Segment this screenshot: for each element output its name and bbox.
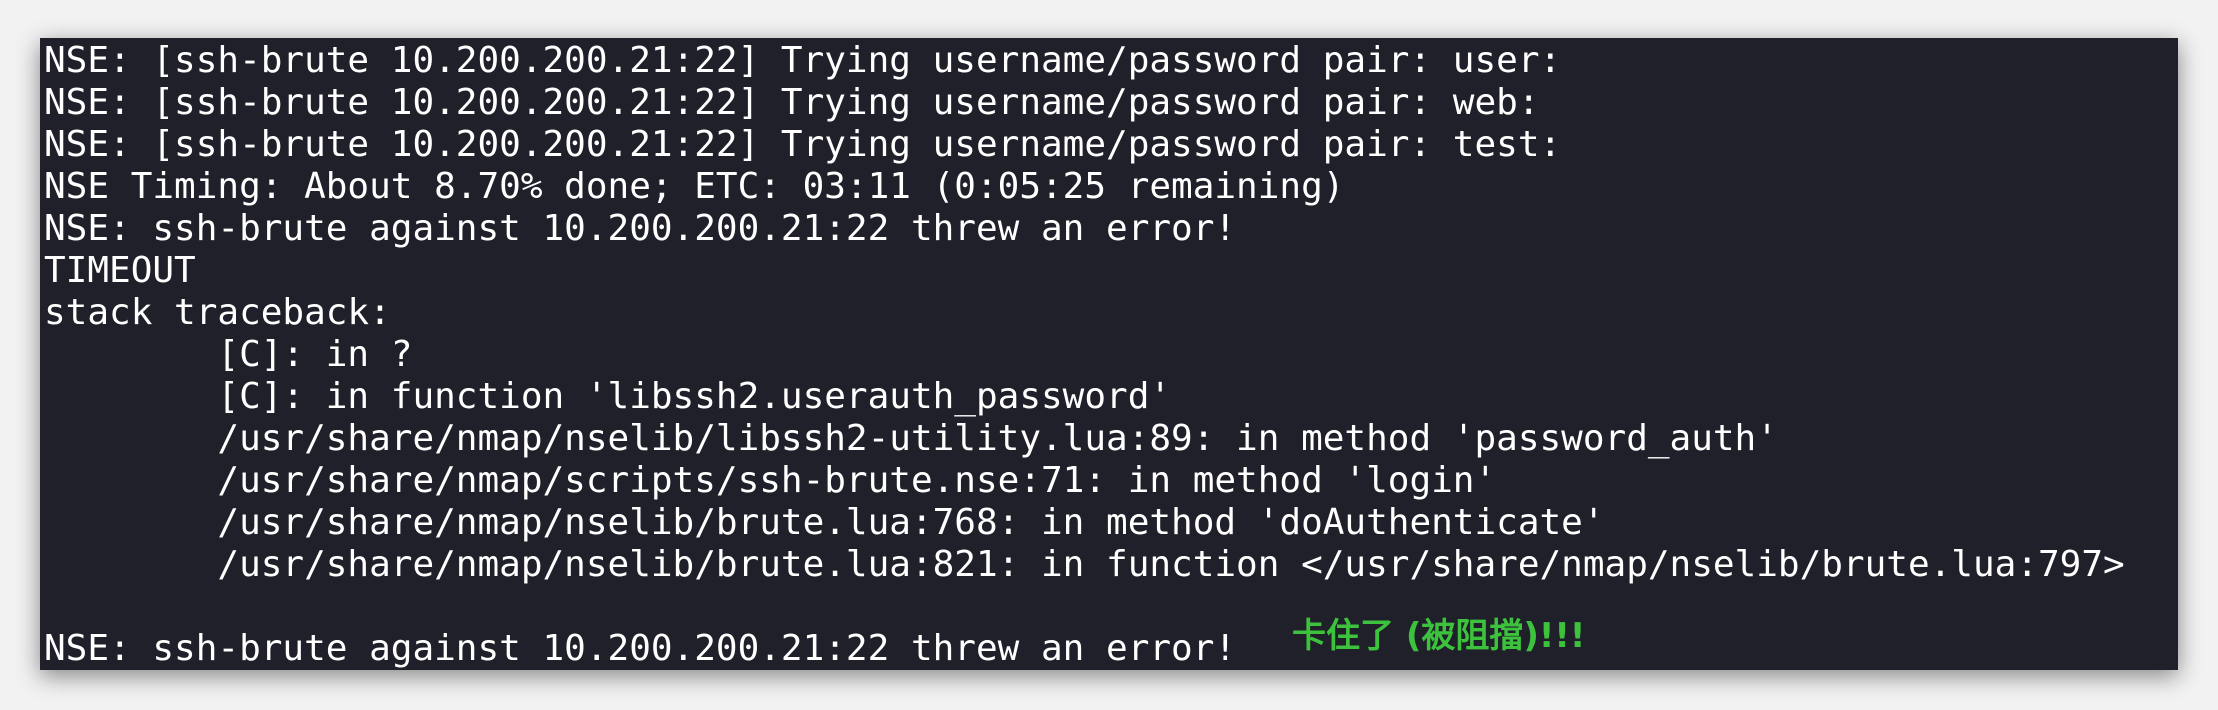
- terminal-line: stack traceback:: [44, 292, 391, 333]
- terminal-line: [C]: in function 'libssh2.userauth_passw…: [44, 376, 1172, 417]
- terminal-line: [C]: in ?: [44, 334, 413, 375]
- terminal-line: /usr/share/nmap/scripts/ssh-brute.nse:71…: [44, 460, 1497, 501]
- terminal-line: NSE: ssh-brute against 10.200.200.21:22 …: [44, 628, 1237, 669]
- terminal-line: NSE: [ssh-brute 10.200.200.21:22] Trying…: [44, 82, 1540, 123]
- blocked-annotation: 卡住了 (被阻擋)!!!: [1292, 616, 1586, 656]
- terminal-output: NSE: [ssh-brute 10.200.200.21:22] Trying…: [44, 40, 2125, 670]
- terminal-line: NSE Timing: About 8.70% done; ETC: 03:11…: [44, 166, 1345, 207]
- terminal-line: NSE: [ssh-brute 10.200.200.21:22] Trying…: [44, 124, 1562, 165]
- terminal-line: NSE: [ssh-brute 10.200.200.21:22] Trying…: [44, 40, 1562, 81]
- terminal-line: /usr/share/nmap/nselib/brute.lua:821: in…: [44, 544, 2125, 585]
- terminal-line: NSE: ssh-brute against 10.200.200.21:22 …: [44, 208, 1237, 249]
- terminal-line: /usr/share/nmap/nselib/libssh2-utility.l…: [44, 418, 1778, 459]
- terminal-line: /usr/share/nmap/nselib/brute.lua:768: in…: [44, 502, 1605, 543]
- terminal-window: NSE: [ssh-brute 10.200.200.21:22] Trying…: [40, 38, 2178, 670]
- terminal-line: TIMEOUT: [44, 250, 196, 291]
